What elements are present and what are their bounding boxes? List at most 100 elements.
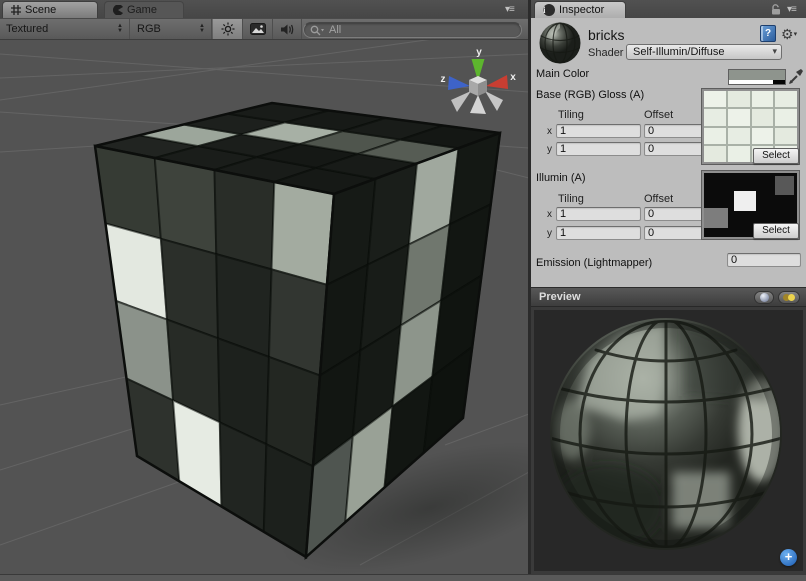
lock-icon[interactable] xyxy=(770,4,782,15)
base-select-button[interactable]: Select xyxy=(753,148,799,164)
base-texture-cell xyxy=(752,91,774,107)
base-texture-cell xyxy=(704,91,726,107)
render-settings-button[interactable] xyxy=(243,19,273,39)
tab-game[interactable]: Game xyxy=(104,1,184,18)
base-texture-cell xyxy=(728,128,750,144)
search-icon xyxy=(310,25,324,36)
color-mode-dropdown[interactable]: RGB ▲▼ xyxy=(131,19,212,39)
gizmo-x-label: x xyxy=(510,72,516,83)
gizmo-x-axis[interactable] xyxy=(486,75,508,89)
color-mode-value: RGB xyxy=(137,23,161,35)
tab-scene[interactable]: Scene xyxy=(2,1,98,18)
illumin-select-button[interactable]: Select xyxy=(753,223,799,239)
scene-panel-menu-icon[interactable]: ▾≡ xyxy=(505,4,514,15)
audio-toggle-button[interactable] xyxy=(273,19,302,39)
scene-grid-icon xyxy=(11,5,21,15)
base-texture-cell xyxy=(775,128,797,144)
main-color-swatch[interactable] xyxy=(728,69,786,85)
scene-viewport[interactable]: y x z xyxy=(0,40,529,574)
draw-mode-dropdown[interactable]: Textured ▲▼ xyxy=(0,19,130,39)
gizmo-gray-axis[interactable] xyxy=(451,91,471,112)
game-pacman-icon xyxy=(113,5,123,15)
add-preview-button[interactable]: + xyxy=(780,549,797,566)
lighting-toggle-button[interactable] xyxy=(213,19,243,39)
scene-toolbar: Textured ▲▼ RGB ▲▼ xyxy=(0,18,529,40)
illumin-tiling-header: Tiling xyxy=(558,193,584,205)
illumin-tiling-y-field[interactable] xyxy=(556,226,641,240)
inspector-tabstrip: i Inspector ▾≡ xyxy=(531,0,806,18)
base-map-label: Base (RGB) Gloss (A) xyxy=(536,89,644,101)
material-sphere-thumbnail xyxy=(538,21,582,65)
shader-label: Shader xyxy=(588,47,623,59)
tab-game-label: Game xyxy=(127,4,157,16)
unity-editor-window: Scene Game ▾≡ Textured ▲▼ RGB ▲▼ xyxy=(0,0,806,581)
material-name: bricks xyxy=(588,27,625,43)
scene-render: y x z xyxy=(0,40,529,574)
illumin-gray-square xyxy=(704,208,728,228)
cube-face-cell xyxy=(215,170,275,269)
main-color-label: Main Color xyxy=(536,68,589,80)
preview-title: Preview xyxy=(539,291,581,303)
base-texture-cell xyxy=(704,146,726,162)
tab-scene-label: Scene xyxy=(25,4,56,16)
material-preview[interactable]: + xyxy=(531,307,806,574)
base-texture-cell xyxy=(728,109,750,125)
base-tiling-y-field[interactable] xyxy=(556,142,641,156)
tab-inspector[interactable]: i Inspector xyxy=(534,1,626,18)
emission-label: Emission (Lightmapper) xyxy=(536,257,652,269)
alpha-bar xyxy=(729,80,785,84)
draw-mode-value: Textured xyxy=(6,23,48,35)
gizmo-z-label: z xyxy=(441,74,446,85)
inspector-panel-menu-icon[interactable]: ▾≡ xyxy=(787,4,796,15)
speaker-icon xyxy=(280,23,295,36)
gizmo-gray-axis[interactable] xyxy=(470,95,486,114)
illumin-tiling-x-field[interactable] xyxy=(556,207,641,221)
scene-search-field[interactable] xyxy=(303,22,522,38)
base-tiling-x-field[interactable] xyxy=(556,124,641,138)
base-texture-cell xyxy=(752,128,774,144)
preview-lighting-button[interactable] xyxy=(778,291,800,304)
illumin-white-square xyxy=(734,191,756,211)
panel-divider[interactable] xyxy=(528,0,531,581)
search-input[interactable] xyxy=(327,23,497,37)
gizmo-gray-axis[interactable] xyxy=(485,91,503,111)
dropdown-arrows-icon: ▲▼ xyxy=(199,24,205,34)
base-texture-cell xyxy=(728,146,750,162)
base-offset-header: Offset xyxy=(644,109,673,121)
bright-light-icon xyxy=(788,294,795,301)
base-texture-cell xyxy=(704,109,726,125)
preview-header[interactable]: Preview xyxy=(531,287,806,307)
preview-shape-button[interactable] xyxy=(754,291,774,304)
base-texture-cell xyxy=(775,91,797,107)
base-texture-cell xyxy=(728,91,750,107)
base-texture-cell xyxy=(775,109,797,125)
base-texture-cell xyxy=(704,128,726,144)
tab-inspector-label: Inspector xyxy=(559,4,604,16)
base-x-label: x xyxy=(547,126,552,137)
base-tiling-header: Tiling xyxy=(558,109,584,121)
illumin-map-label: Illumin (A) xyxy=(536,172,586,184)
image-icon xyxy=(250,23,266,35)
cube-face-cell xyxy=(106,224,168,320)
sun-icon xyxy=(221,22,235,36)
illumin-offset-header: Offset xyxy=(644,193,673,205)
illumin-x-label: x xyxy=(547,209,552,220)
preview-sphere xyxy=(534,310,803,571)
shader-value: Self-Illumin/Diffuse xyxy=(633,46,725,58)
dropdown-arrows-icon: ▲▼ xyxy=(117,24,123,34)
base-y-label: y xyxy=(547,144,552,155)
help-icon[interactable]: ? xyxy=(760,25,776,42)
gizmo-y-label: y xyxy=(476,47,482,58)
shader-dropdown[interactable]: Self-Illumin/Diffuse xyxy=(626,44,782,60)
base-texture-cell xyxy=(752,109,774,125)
window-bottom-edge xyxy=(0,574,806,581)
info-icon: i xyxy=(543,4,555,16)
eyedropper-icon[interactable] xyxy=(788,66,804,85)
gear-icon[interactable]: ⚙▾ xyxy=(781,26,797,43)
sphere-icon xyxy=(760,293,769,302)
scene-tabstrip: Scene Game ▾≡ xyxy=(0,0,529,18)
illumin-gray-square xyxy=(775,176,795,195)
illumin-y-label: y xyxy=(547,228,552,239)
emission-field[interactable] xyxy=(727,253,801,267)
cube-face-cell xyxy=(272,182,334,285)
